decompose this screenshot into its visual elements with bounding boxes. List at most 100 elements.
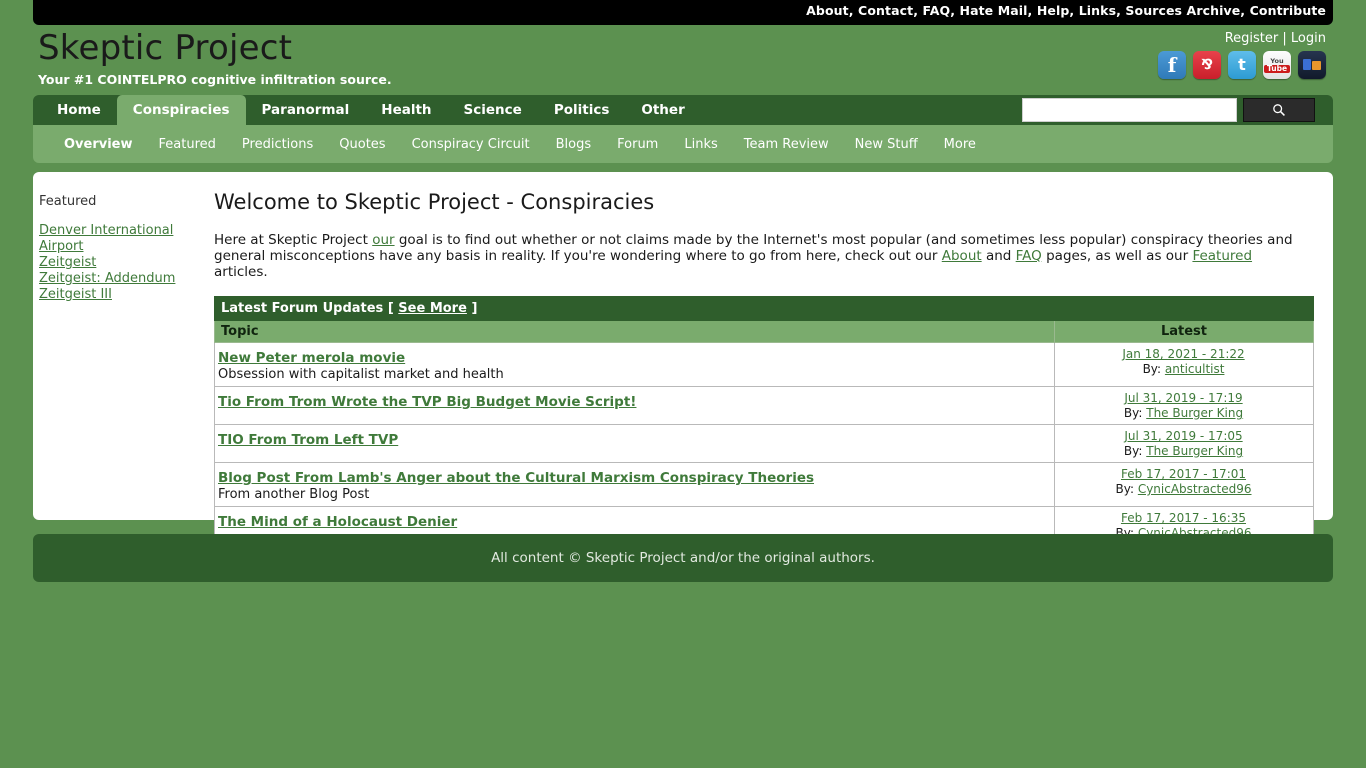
link-our[interactable]: our: [372, 232, 394, 248]
latest-date-link[interactable]: Feb 17, 2017 - 17:01: [1058, 467, 1309, 481]
intro-text-3: and: [981, 248, 1016, 264]
account-links: Register | Login: [1225, 31, 1326, 46]
table-row: Blog Post From Lamb's Anger about the Cu…: [214, 462, 1314, 507]
content-panel: Featured Denver International Airport Ze…: [33, 172, 1333, 545]
lastfm-icon[interactable]: ⅋: [1193, 51, 1221, 79]
twitter-icon[interactable]: t: [1228, 51, 1256, 79]
nav-item-politics[interactable]: Politics: [538, 95, 626, 125]
topic-cell: New Peter merola movie Obsession with ca…: [214, 342, 1055, 387]
topic-cell: Blog Post From Lamb's Anger about the Cu…: [214, 462, 1055, 507]
account-separator: |: [1282, 31, 1287, 46]
latest-date-link[interactable]: Jan 18, 2021 - 21:22: [1058, 347, 1309, 361]
top-utility-links[interactable]: About, Contact, FAQ, Hate Mail, Help, Li…: [806, 3, 1326, 18]
forum-table-header-row: Topic Latest: [214, 320, 1314, 343]
nav-item-conspiracies[interactable]: Conspiracies: [116, 95, 246, 125]
main-content: Welcome to Skeptic Project - Conspiracie…: [214, 190, 1317, 545]
latest-author: By: CynicAbstracted96: [1058, 482, 1309, 496]
by-label: By:: [1115, 482, 1134, 496]
latest-date-link[interactable]: Jul 31, 2019 - 17:19: [1058, 391, 1309, 405]
topic-link[interactable]: Tio From Trom Wrote the TVP Big Budget M…: [218, 394, 636, 410]
subnav-item-more[interactable]: More: [931, 137, 989, 152]
table-row: New Peter merola movie Obsession with ca…: [214, 342, 1314, 387]
nav-item-science[interactable]: Science: [448, 95, 538, 125]
subnav-item-blogs[interactable]: Blogs: [543, 137, 605, 152]
link-faq[interactable]: FAQ: [1016, 248, 1042, 264]
youtube-icon[interactable]: You Tube: [1263, 51, 1291, 79]
sidebar-item-zeitgeist-addendum[interactable]: Zeitgeist: Addendum: [37, 271, 212, 287]
topic-cell: Tio From Trom Wrote the TVP Big Budget M…: [214, 386, 1055, 425]
by-label: By:: [1123, 444, 1143, 458]
subnav-item-links[interactable]: Links: [671, 137, 730, 152]
see-more-link[interactable]: See More: [398, 301, 467, 316]
author-link[interactable]: anticultist: [1165, 362, 1225, 376]
nav-item-health[interactable]: Health: [365, 95, 447, 125]
sidebar-item-denver-international-airport[interactable]: Denver International Airport: [37, 223, 212, 255]
by-label: By:: [1123, 406, 1143, 420]
main-navigation: Home Conspiracies Paranormal Health Scie…: [33, 95, 1333, 125]
sub-navigation: Overview Featured Predictions Quotes Con…: [33, 125, 1333, 163]
nav-item-other[interactable]: Other: [625, 95, 700, 125]
latest-cell: Jan 18, 2021 - 21:22 By: anticultist: [1054, 342, 1314, 387]
latest-author: By: The Burger King: [1058, 406, 1309, 420]
youtube-icon-bottom: Tube: [1263, 65, 1291, 73]
news-icon[interactable]: [1298, 51, 1326, 79]
forum-table-caption-row: Latest Forum Updates [ See More ]: [214, 296, 1314, 321]
search-icon: [1273, 104, 1285, 116]
latest-forum-updates-table: Latest Forum Updates [ See More ] Topic …: [214, 296, 1314, 545]
facebook-icon[interactable]: f: [1158, 51, 1186, 79]
latest-cell: Jul 31, 2019 - 17:19 By: The Burger King: [1054, 386, 1314, 425]
social-links: f ⅋ t You Tube: [1158, 51, 1326, 79]
search-button[interactable]: [1243, 98, 1315, 122]
page-root: About, Contact, FAQ, Hate Mail, Help, Li…: [0, 0, 1366, 768]
sidebar-heading: Featured: [39, 194, 97, 209]
table-row: TIO From Trom Left TVP Jul 31, 2019 - 17…: [214, 424, 1314, 463]
topic-link[interactable]: New Peter merola movie: [218, 350, 405, 366]
search-area: [1022, 98, 1315, 122]
intro-paragraph: Here at Skeptic Project our goal is to f…: [214, 232, 1304, 280]
latest-cell: Feb 17, 2017 - 17:01 By: CynicAbstracted…: [1054, 462, 1314, 507]
subnav-item-new-stuff[interactable]: New Stuff: [842, 137, 931, 152]
column-header-topic: Topic: [214, 320, 1055, 343]
by-label: By:: [1142, 362, 1162, 376]
register-link[interactable]: Register: [1225, 31, 1279, 46]
link-featured[interactable]: Featured: [1192, 248, 1252, 264]
site-tagline: Your #1 COINTELPRO cognitive infiltratio…: [38, 72, 392, 87]
login-link[interactable]: Login: [1291, 31, 1326, 46]
author-link[interactable]: The Burger King: [1146, 444, 1243, 458]
column-header-latest: Latest: [1054, 320, 1314, 343]
latest-date-link[interactable]: Feb 17, 2017 - 16:35: [1058, 511, 1309, 525]
sidebar: Featured Denver International Airport Ze…: [37, 194, 212, 303]
sidebar-item-zeitgeist-iii[interactable]: Zeitgeist III: [37, 287, 212, 303]
subnav-item-team-review[interactable]: Team Review: [731, 137, 842, 152]
forum-caption-text: Latest Forum Updates [: [221, 301, 394, 316]
topic-link[interactable]: The Mind of a Holocaust Denier: [218, 514, 457, 530]
footer-copyright: All content © Skeptic Project and/or the…: [491, 550, 875, 566]
site-title: Skeptic Project: [38, 28, 293, 68]
sidebar-item-zeitgeist[interactable]: Zeitgeist: [37, 255, 212, 271]
author-link[interactable]: CynicAbstracted96: [1138, 482, 1252, 496]
nav-item-home[interactable]: Home: [41, 95, 117, 125]
intro-text-5: articles.: [214, 264, 268, 280]
latest-cell: Jul 31, 2019 - 17:05 By: The Burger King: [1054, 424, 1314, 463]
top-utility-bar: About, Contact, FAQ, Hate Mail, Help, Li…: [33, 0, 1333, 25]
topic-cell: TIO From Trom Left TVP: [214, 424, 1055, 463]
news-icon-shape-left: [1303, 59, 1311, 70]
table-row: Tio From Trom Wrote the TVP Big Budget M…: [214, 386, 1314, 425]
author-link[interactable]: The Burger King: [1146, 406, 1243, 420]
search-input[interactable]: [1022, 98, 1237, 122]
forum-table-caption: Latest Forum Updates [ See More ]: [214, 296, 1314, 321]
latest-date-link[interactable]: Jul 31, 2019 - 17:05: [1058, 429, 1309, 443]
subnav-item-conspiracy-circuit[interactable]: Conspiracy Circuit: [399, 137, 543, 152]
subnav-item-forum[interactable]: Forum: [604, 137, 671, 152]
nav-item-paranormal[interactable]: Paranormal: [246, 95, 366, 125]
topic-link[interactable]: TIO From Trom Left TVP: [218, 432, 398, 448]
topic-link[interactable]: Blog Post From Lamb's Anger about the Cu…: [218, 470, 814, 486]
subnav-item-predictions[interactable]: Predictions: [229, 137, 326, 152]
subnav-item-overview[interactable]: Overview: [51, 137, 146, 152]
masthead: Skeptic Project Your #1 COINTELPRO cogni…: [0, 25, 1366, 95]
news-icon-shape-right: [1312, 61, 1321, 70]
subnav-item-quotes[interactable]: Quotes: [326, 137, 398, 152]
link-about[interactable]: About: [942, 248, 982, 264]
subnav-item-featured[interactable]: Featured: [146, 137, 229, 152]
forum-caption-close: ]: [471, 301, 478, 316]
